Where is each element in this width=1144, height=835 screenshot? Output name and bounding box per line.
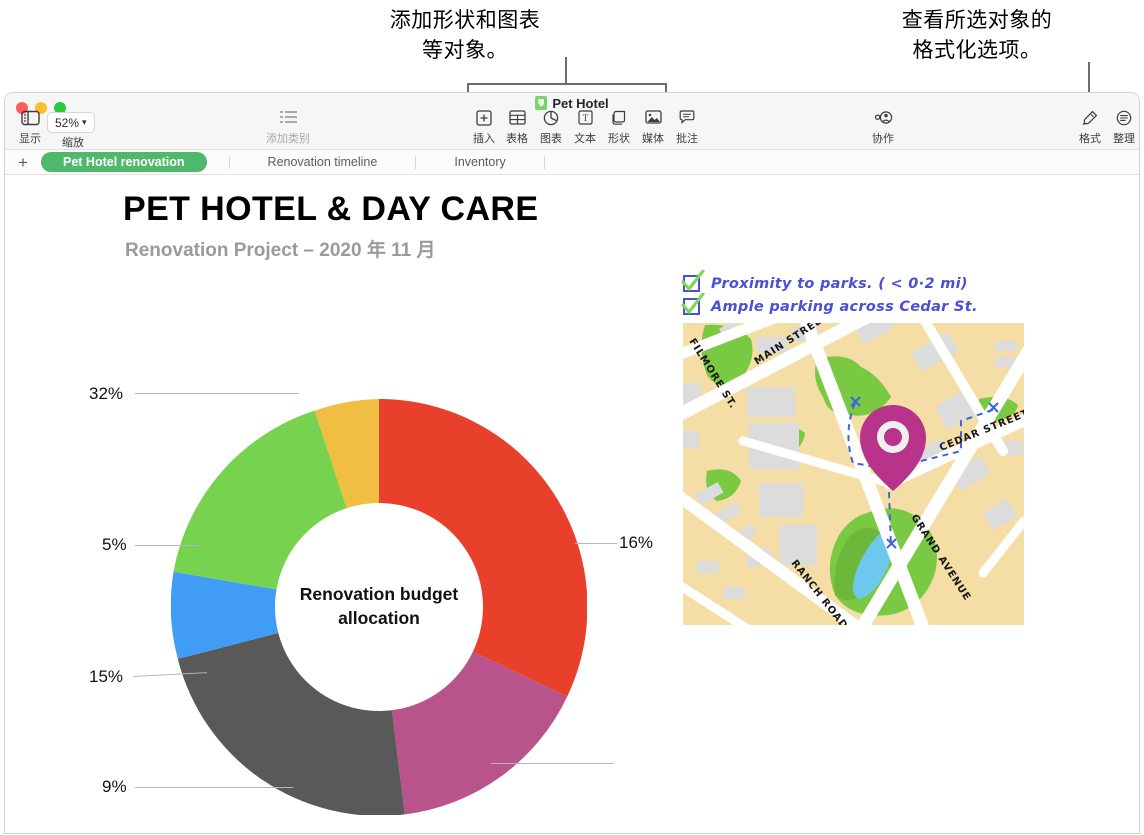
category-list-icon	[258, 110, 318, 129]
checklist-item-label: Ample parking across Cedar St.	[711, 298, 978, 315]
checklist-item-label: Proximity to parks. ( < 0·2 mi)	[711, 275, 968, 292]
checkbox-checked-icon[interactable]	[681, 293, 705, 315]
comment-icon	[664, 110, 710, 129]
sheet-tab-bar: + Pet Hotel renovation Renovation timeli…	[5, 150, 1139, 175]
organize-label: 整理	[1113, 133, 1135, 145]
document-title-bar: Pet Hotel	[5, 96, 1139, 111]
collaborate-button[interactable]: 协作	[860, 110, 906, 146]
checklist: Proximity to parks. ( < 0·2 mi) Ample pa…	[681, 270, 1028, 321]
chart-label-cabinetry: 32%	[89, 384, 124, 403]
collaborate-label: 协作	[872, 133, 894, 145]
sheet-heading: PET HOTEL & DAY CARE Renovation Project …	[123, 190, 538, 262]
numbers-doc-icon	[535, 96, 548, 110]
sheet-canvas[interactable]: PET HOTEL & DAY CARE Renovation Project …	[5, 175, 1139, 833]
chart-leader-cabinetry	[135, 393, 299, 394]
zoom-label: 缩放	[62, 137, 84, 149]
chart-leader-design	[135, 787, 293, 788]
svg-text:T: T	[582, 113, 588, 123]
chart-leader-labor	[491, 763, 614, 764]
chart-label-fixtures: 16%	[619, 533, 654, 552]
tab-separator	[415, 155, 417, 169]
toolbar: Pet Hotel 显示 52% ▾ 缩放 添加类别 插入 表格 图表 T 文本…	[5, 93, 1139, 150]
budget-donut-chart[interactable]: Renovation budget allocation	[170, 398, 588, 816]
donut-center-line1: Renovation budget	[299, 584, 459, 605]
chart-leader-fixtures	[575, 543, 617, 544]
add-sheet-button[interactable]: +	[5, 154, 41, 171]
zoom-select[interactable]: 52% ▾	[47, 112, 95, 133]
chart-label-flooring: 15%	[89, 667, 124, 686]
page-title: PET HOTEL & DAY CARE	[123, 190, 539, 228]
comment-button[interactable]: 批注	[664, 110, 710, 146]
location-map-image[interactable]: FILMORE ST. MAIN STREET CEDAR STREET RAN…	[683, 323, 1024, 625]
chart-label-plumbing: 5%	[102, 535, 127, 554]
page-subtitle: Renovation Project – 2020 年 11 月	[125, 240, 436, 261]
callout-insert-objects: 添加形状和图表 等对象。	[389, 9, 541, 62]
checklist-item[interactable]: Ample parking across Cedar St.	[681, 293, 1028, 315]
chart-label-design: 9%	[102, 777, 127, 796]
tab-separator	[543, 155, 545, 169]
donut-center-label: Renovation budget allocation	[275, 503, 483, 711]
comment-label: 批注	[676, 133, 698, 145]
tab-separator	[228, 155, 230, 169]
donut-center-line2: allocation	[338, 608, 420, 628]
chart-leader-plumbing	[135, 545, 198, 546]
add-category-button[interactable]: 添加类别	[258, 110, 318, 146]
zoom-value: 52%	[55, 115, 80, 130]
sheet-tab-inventory[interactable]: Inventory	[438, 152, 521, 172]
callout-left-leader-vertical	[565, 57, 567, 85]
organize-icon	[1101, 110, 1139, 129]
chevron-down-icon: ▾	[82, 117, 87, 127]
checkbox-checked-icon[interactable]	[681, 270, 705, 292]
organize-button[interactable]: 整理	[1101, 110, 1139, 146]
collaborate-icon	[860, 110, 906, 129]
add-category-label: 添加类别	[266, 133, 310, 145]
checklist-item[interactable]: Proximity to parks. ( < 0·2 mi)	[681, 270, 1028, 292]
app-window: Pet Hotel 显示 52% ▾ 缩放 添加类别 插入 表格 图表 T 文本…	[4, 92, 1140, 834]
callout-format-options: 查看所选对象的 格式化选项。	[901, 9, 1053, 62]
callout-left-leader-horizontal	[467, 83, 667, 85]
document-title-text: Pet Hotel	[552, 96, 609, 111]
sheet-tab-pet-hotel-renovation[interactable]: Pet Hotel renovation	[41, 152, 207, 172]
sheet-tab-renovation-timeline[interactable]: Renovation timeline	[252, 152, 394, 172]
